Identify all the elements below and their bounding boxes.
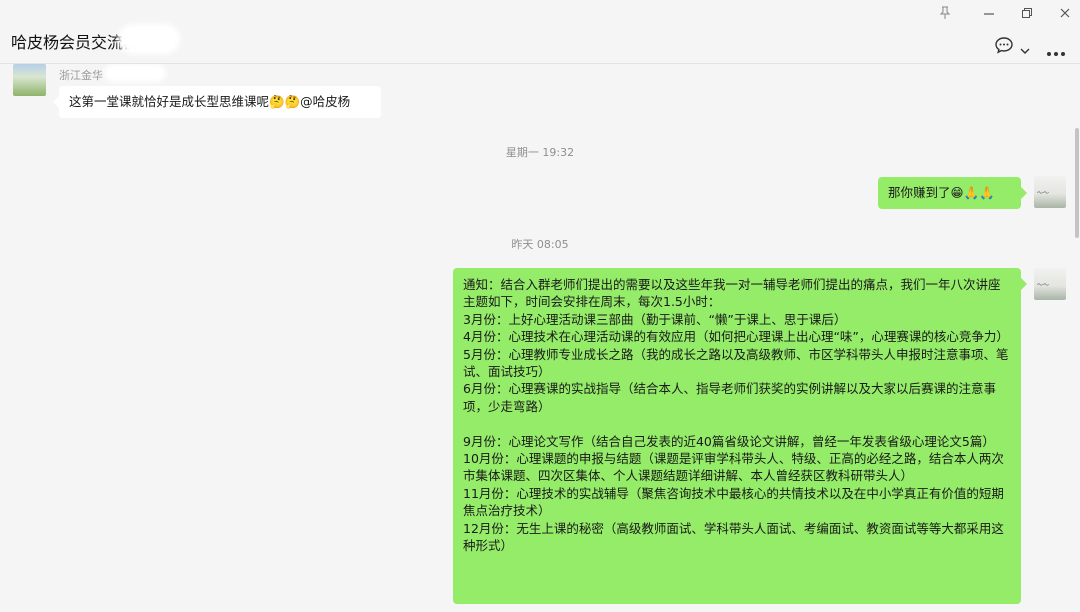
- timestamp: 昨天 08:05: [511, 238, 569, 251]
- restore-icon[interactable]: [1020, 6, 1034, 24]
- sender-name: 浙江金华: [59, 69, 103, 82]
- chat-bubble-icon[interactable]: [994, 36, 1014, 58]
- notice-line-march: 3月份：上好心理活动课三部曲（勤于课前、“懒”于课上、思于课后）: [463, 311, 847, 327]
- message-bubble-outgoing[interactable]: 那你赚到了😁🙏🙏: [878, 177, 1021, 209]
- timestamp: 星期一 19:32: [505, 146, 575, 159]
- avatar-image: ～～: [1037, 190, 1050, 197]
- notice-line-october: 10月份：心理课题的申报与结题（课题是评审学科带头人、特级、正高的必经之路，结合…: [463, 451, 1004, 484]
- notice-line-september: 9月份：心理论文写作（结合自己发表的近40篇省级论文讲解，曾经一年发表省级心理论…: [463, 433, 995, 449]
- avatar[interactable]: [13, 64, 46, 96]
- chat-header: 哈皮杨会员交流群: [0, 0, 1080, 64]
- notice-line-november: 11月份：心理技术的实战辅导（聚焦咨询技术中最核心的共情技术以及在中小学真正有价…: [463, 485, 1004, 519]
- pin-icon[interactable]: [938, 6, 952, 24]
- close-icon[interactable]: [1058, 6, 1072, 24]
- message-bubble-incoming[interactable]: 这第一堂课就恰好是成长型思维课呢🤔🤔@哈皮杨: [59, 86, 381, 118]
- avatar[interactable]: ～～: [1034, 176, 1066, 208]
- redaction-blur: [104, 64, 166, 82]
- message-bubble-notice[interactable]: 通知：结合入群老师们提出的需要以及这些年我一对一辅导老师们提出的痛点，我们一年八…: [453, 268, 1021, 604]
- notice-line-december: 12月份：无生上课的秘密（高级教师面试、学科带头人面试、考编面试、教资面试等等大…: [463, 520, 1004, 554]
- avatar-image: ～～: [1037, 282, 1050, 289]
- avatar[interactable]: ～～: [1034, 268, 1066, 300]
- notice-blank-line: [463, 415, 1011, 432]
- more-icon[interactable]: [1046, 42, 1066, 61]
- notice-line-april: 4月份：心理技术在心理活动课的有效应用（如何把心理课上出心理“味”，心理赛课的核…: [463, 329, 1009, 345]
- notice-intro: 通知：结合入群老师们提出的需要以及这些年我一对一辅导老师们提出的痛点，我们一年八…: [463, 277, 1001, 310]
- chevron-down-icon[interactable]: [1020, 40, 1030, 59]
- redaction-blur: [118, 24, 180, 54]
- notice-line-may: 5月份：心理教师专业成长之路（我的成长之路以及高级教师、市区学科带头人申报时注意…: [463, 346, 1009, 380]
- scrollbar[interactable]: [1075, 128, 1079, 238]
- minimize-icon[interactable]: [982, 6, 996, 24]
- message-list[interactable]: 浙江金华 这第一堂课就恰好是成长型思维课呢🤔🤔@哈皮杨 星期一 19:32 那你…: [0, 64, 1080, 612]
- notice-line-june: 6月份：心理赛课的实战指导（结合本人、指导老师们获奖的实例讲解以及大家以后赛课的…: [463, 381, 996, 414]
- bubble-tail: [1021, 187, 1027, 199]
- bubble-tail: [1021, 278, 1027, 290]
